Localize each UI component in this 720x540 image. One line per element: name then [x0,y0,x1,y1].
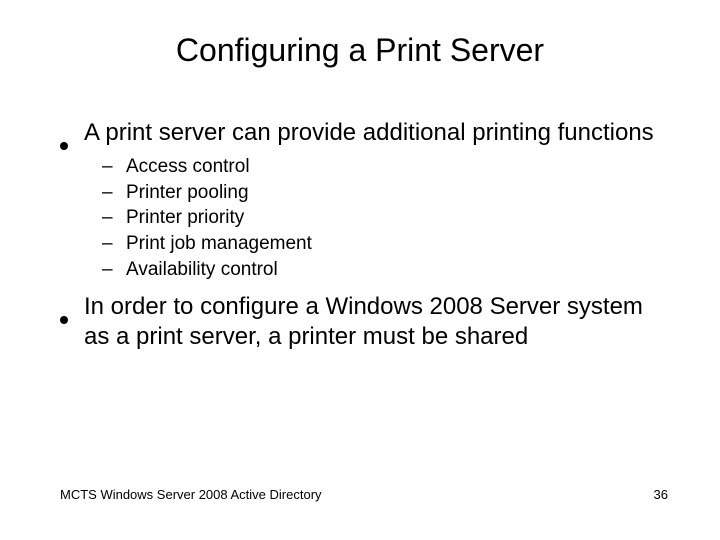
sub-bullet-item: – Printer pooling [102,180,670,206]
bullet-text: In order to configure a Windows 2008 Ser… [84,292,670,352]
slide: Configuring a Print Server A print serve… [0,0,720,540]
sub-bullet-item: – Access control [102,154,670,180]
sub-bullet-item: – Availability control [102,257,670,283]
bullet-item: In order to configure a Windows 2008 Ser… [60,292,670,352]
sub-bullet-list: – Access control – Printer pooling – Pri… [60,154,670,282]
bullet-dot-icon [60,292,84,352]
sub-bullet-item: – Print job management [102,231,670,257]
bullet-dot-icon [60,118,84,148]
sub-bullet-text: Print job management [126,231,312,257]
slide-body: A print server can provide additional pr… [60,118,670,358]
sub-bullet-text: Printer pooling [126,180,249,206]
page-number: 36 [654,487,668,502]
dash-icon: – [102,154,126,180]
sub-bullet-text: Printer priority [126,205,244,231]
sub-bullet-item: – Printer priority [102,205,670,231]
footer-text: MCTS Windows Server 2008 Active Director… [60,487,322,502]
dash-icon: – [102,257,126,283]
sub-bullet-text: Access control [126,154,250,180]
dash-icon: – [102,205,126,231]
bullet-item: A print server can provide additional pr… [60,118,670,148]
slide-title: Configuring a Print Server [0,32,720,69]
dash-icon: – [102,180,126,206]
dash-icon: – [102,231,126,257]
sub-bullet-text: Availability control [126,257,278,283]
bullet-text: A print server can provide additional pr… [84,118,654,148]
